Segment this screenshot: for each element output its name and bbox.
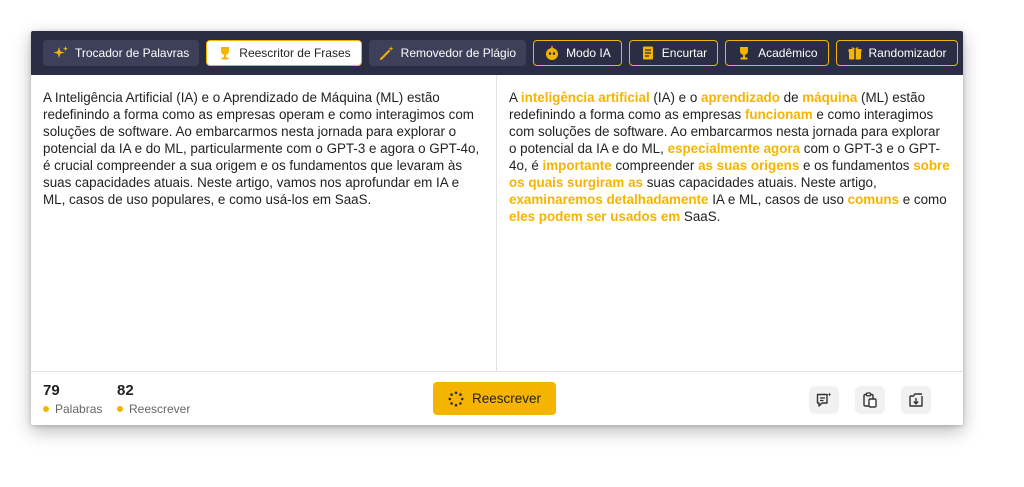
output-text-segment: e como [899,192,947,207]
output-text-segment: suas capacidades atuais. Neste artigo, [642,175,877,190]
feedback-icon [815,391,833,409]
output-text-segment: e os fundamentos [799,158,914,173]
trophy-icon [736,45,752,61]
gift-icon [847,45,863,61]
rewrite-stat: 82 Reescrever [117,382,190,416]
mode-label: Trocador de Palavras [75,46,190,60]
output-text-segment: compreender [611,158,699,173]
copy-button[interactable] [855,386,885,414]
rewritten-phrase: comuns [847,192,900,207]
paraphraser-card: Trocador de Palavras Reescritor de Frase… [31,31,963,425]
download-icon [907,391,925,409]
status-dot [43,406,49,412]
mode-ai-button[interactable]: Modo IA [533,40,622,66]
rewrite-button-label: Reescrever [471,391,542,406]
copy-icon [861,391,879,409]
document-icon [640,45,656,61]
text-panes: A Inteligência Artificial (IA) e o Apren… [31,75,963,371]
words-label: Palabras [55,402,103,416]
footer-bar: 79 Palabras 82 Reescrever Reescrever [31,371,963,425]
rewrite-count: 82 [117,382,134,399]
mode-label: Modo IA [566,46,611,60]
rewritten-phrase: inteligência artificial [520,90,650,105]
words-count: 79 [43,382,60,399]
rewritten-phrase: eles podem ser usados em [509,209,681,224]
mode-randomizer-button[interactable]: Randomizador [835,40,958,66]
mode-label: Encurtar [661,46,708,60]
feedback-button[interactable] [809,386,839,414]
rewritten-phrase: especialmente agora [667,141,801,156]
trophy-icon [217,45,233,61]
rewrite-button[interactable]: Reescrever [433,382,556,415]
spinner-icon [448,391,464,407]
output-text-segment: (IA) e o [649,90,702,105]
sparkle-icon [53,45,69,61]
rewritten-phrase: as suas origens [698,158,800,173]
mode-plagiarism-remover-button[interactable]: Removedor de Plágio [368,40,527,66]
status-dot [117,406,123,412]
input-text-area[interactable]: A Inteligência Artificial (IA) e o Apren… [31,75,497,371]
mode-label: Acadêmico [758,46,818,60]
rewrite-label: Reescrever [129,402,191,416]
magic-wand-icon [379,45,395,61]
mode-academic-button[interactable]: Acadêmico [725,40,829,66]
output-text-segment: de [779,90,803,105]
rewritten-phrase: importante [542,158,612,173]
mode-sentence-rewriter-button[interactable]: Reescritor de Frases [206,40,362,66]
rewritten-phrase: examinaremos detalhadamente [509,192,709,207]
robot-icon [544,45,560,61]
words-stat: 79 Palabras [43,382,102,416]
mode-toolbar: Trocador de Palavras Reescritor de Frase… [31,31,963,75]
rewritten-phrase: funcionam [744,107,813,122]
mode-shorten-button[interactable]: Encurtar [628,40,719,66]
download-button[interactable] [901,386,931,414]
rewritten-phrase: máquina [802,90,858,105]
mode-label: Reescritor de Frases [239,46,351,60]
rewritten-phrase: aprendizado [701,90,780,105]
output-text-segment: IA e ML, casos de uso [708,192,848,207]
mode-word-changer-button[interactable]: Trocador de Palavras [43,40,200,66]
output-text-segment: SaaS. [680,209,721,224]
output-text-segment: A [509,90,521,105]
output-text-area[interactable]: A inteligência artificial (IA) e o apren… [497,75,963,371]
mode-label: Randomizador [868,46,947,60]
mode-label: Removedor de Plágio [400,46,517,60]
